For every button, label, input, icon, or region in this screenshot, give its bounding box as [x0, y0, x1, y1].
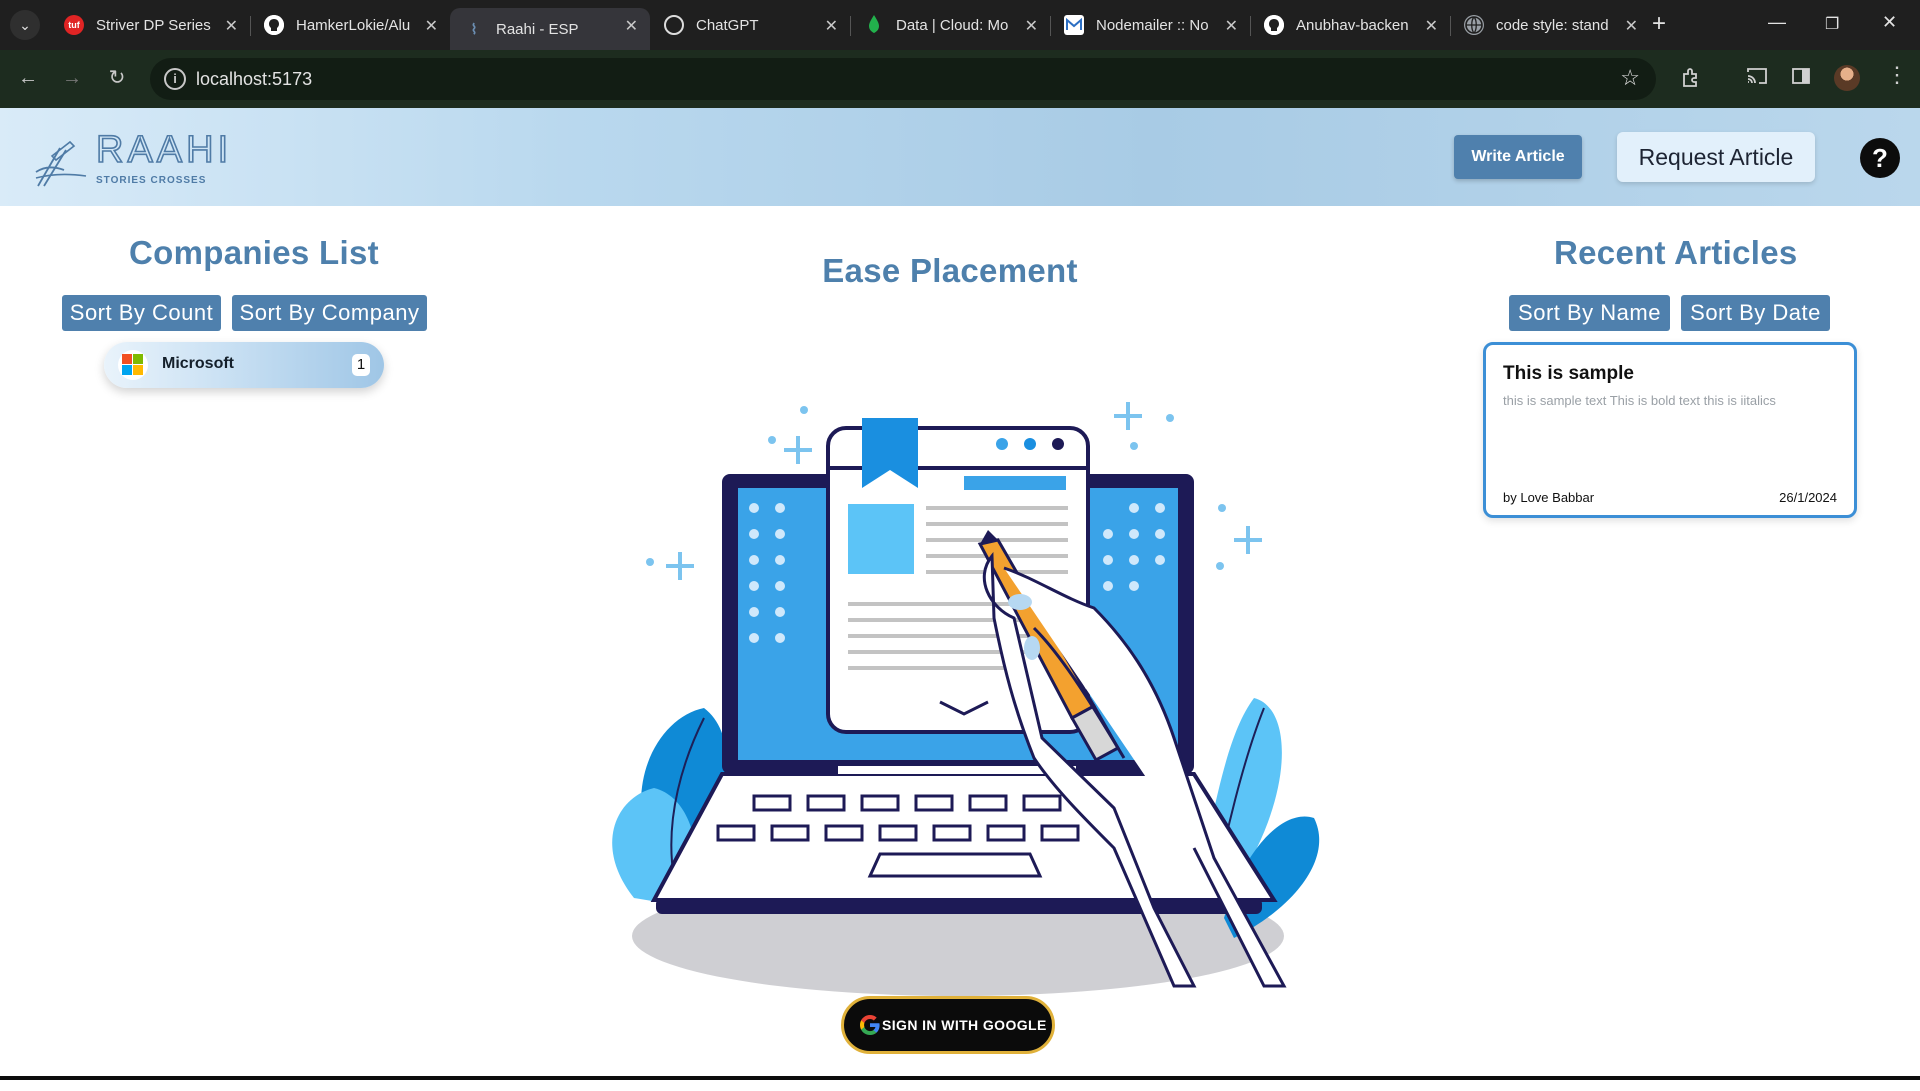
bottom-divider: [0, 1076, 1920, 1080]
tab-title: code style: stand: [1496, 16, 1609, 34]
tab-title: HamkerLokie/Alu: [296, 16, 411, 34]
site-header: RAAHI STORIES CROSSES Write Article Requ…: [0, 108, 1920, 206]
article-author: by Love Babbar: [1503, 490, 1595, 505]
tab-title: Data | Cloud: Mo: [896, 16, 1009, 34]
browser-tab[interactable]: Nodemailer :: No ✕: [1050, 8, 1250, 42]
sign-in-with-google-button[interactable]: SIGN IN WITH GOOGLE: [841, 996, 1055, 1054]
close-icon[interactable]: ✕: [825, 16, 838, 36]
sign-in-label: SIGN IN WITH GOOGLE: [882, 1017, 1047, 1033]
sort-by-date-button[interactable]: Sort By Date: [1681, 295, 1830, 331]
company-name: Microsoft: [162, 355, 234, 372]
extensions-icon[interactable]: [1680, 66, 1702, 94]
tuf-icon: tuf: [64, 15, 84, 35]
url-text[interactable]: localhost:5173: [196, 69, 312, 90]
browser-tab[interactable]: ChatGPT ✕: [650, 8, 850, 42]
site-info-icon[interactable]: i: [164, 68, 186, 90]
mongodb-icon: [864, 15, 884, 35]
restore-icon[interactable]: ❐: [1825, 14, 1839, 34]
browser-tab[interactable]: Data | Cloud: Mo ✕: [850, 8, 1050, 42]
browser-tab[interactable]: code style: stand ✕: [1450, 8, 1650, 42]
microsoft-logo: [118, 350, 148, 380]
address-bar[interactable]: i localhost:5173 ☆: [150, 58, 1656, 100]
tab-search-button[interactable]: ⌄: [10, 10, 40, 40]
menu-kebab-icon[interactable]: ⋮: [1886, 62, 1908, 88]
logo-tagline: STORIES CROSSES: [96, 175, 207, 186]
tab-title: ChatGPT: [696, 16, 759, 34]
browser-toolbar: ← → ↻ i localhost:5173 ☆ ⋮: [0, 50, 1920, 108]
article-date: 26/1/2024: [1779, 490, 1837, 505]
reload-icon[interactable]: ↻: [101, 62, 133, 94]
google-icon: [860, 1015, 880, 1035]
article-card[interactable]: This is sample this is sample text This …: [1483, 342, 1857, 518]
github-icon: [1264, 15, 1284, 35]
browser-tab[interactable]: HamkerLokie/Alu ✕: [250, 8, 450, 42]
nodemailer-icon: [1064, 15, 1084, 35]
tab-title: Nodemailer :: No: [1096, 16, 1209, 34]
bookmark-star-icon[interactable]: ☆: [1620, 65, 1640, 91]
forward-icon[interactable]: →: [56, 62, 88, 94]
close-icon[interactable]: ✕: [225, 16, 238, 36]
cast-icon[interactable]: [1746, 66, 1768, 92]
close-icon[interactable]: ✕: [1225, 16, 1238, 36]
laptop-writing-illustration: [594, 378, 1328, 1086]
profile-avatar[interactable]: [1834, 65, 1860, 91]
company-item[interactable]: Microsoft 1: [104, 342, 384, 388]
request-article-button[interactable]: Request Article: [1617, 132, 1815, 182]
close-icon[interactable]: ✕: [1625, 16, 1638, 36]
page: RAAHI STORIES CROSSES Write Article Requ…: [0, 108, 1920, 1080]
close-icon[interactable]: ✕: [425, 16, 438, 36]
close-icon[interactable]: ✕: [1425, 16, 1438, 36]
browser-tab[interactable]: Anubhav-backen ✕: [1250, 8, 1450, 42]
browser-tab[interactable]: tuf Striver DP Series ✕: [50, 8, 250, 42]
sort-by-name-button[interactable]: Sort By Name: [1509, 295, 1670, 331]
svg-text:RAAHI: RAAHI: [96, 129, 232, 171]
browser-tab-active[interactable]: ⌇ Raahi - ESP ✕: [450, 8, 650, 50]
sort-by-company-button[interactable]: Sort By Company: [232, 295, 427, 331]
article-excerpt: this is sample text This is bold text th…: [1503, 393, 1776, 408]
recent-articles-title: Recent Articles: [1554, 234, 1798, 271]
globe-icon: [1464, 15, 1484, 35]
raahi-icon: ⌇: [470, 20, 478, 37]
browser-tabstrip: ⌄ tuf Striver DP Series ✕ HamkerLokie/Al…: [0, 0, 1920, 50]
back-icon[interactable]: ←: [12, 62, 44, 94]
close-icon[interactable]: ✕: [1025, 16, 1038, 36]
article-title: This is sample: [1503, 363, 1634, 384]
company-count-badge: 1: [352, 354, 370, 376]
tab-title: Raahi - ESP: [496, 20, 579, 38]
help-button[interactable]: ?: [1860, 138, 1900, 178]
side-panel-icon[interactable]: [1791, 66, 1811, 92]
new-tab-button[interactable]: +: [1652, 11, 1666, 37]
close-window-icon[interactable]: ✕: [1882, 12, 1897, 33]
tab-title: Anubhav-backen: [1296, 16, 1409, 34]
write-article-button[interactable]: Write Article: [1454, 135, 1582, 179]
minimize-icon[interactable]: —: [1768, 12, 1786, 33]
github-icon: [264, 15, 284, 35]
tab-title: Striver DP Series: [96, 16, 211, 34]
close-icon[interactable]: ✕: [625, 16, 638, 36]
chatgpt-icon: [664, 15, 684, 35]
sort-by-count-button[interactable]: Sort By Count: [62, 295, 221, 331]
